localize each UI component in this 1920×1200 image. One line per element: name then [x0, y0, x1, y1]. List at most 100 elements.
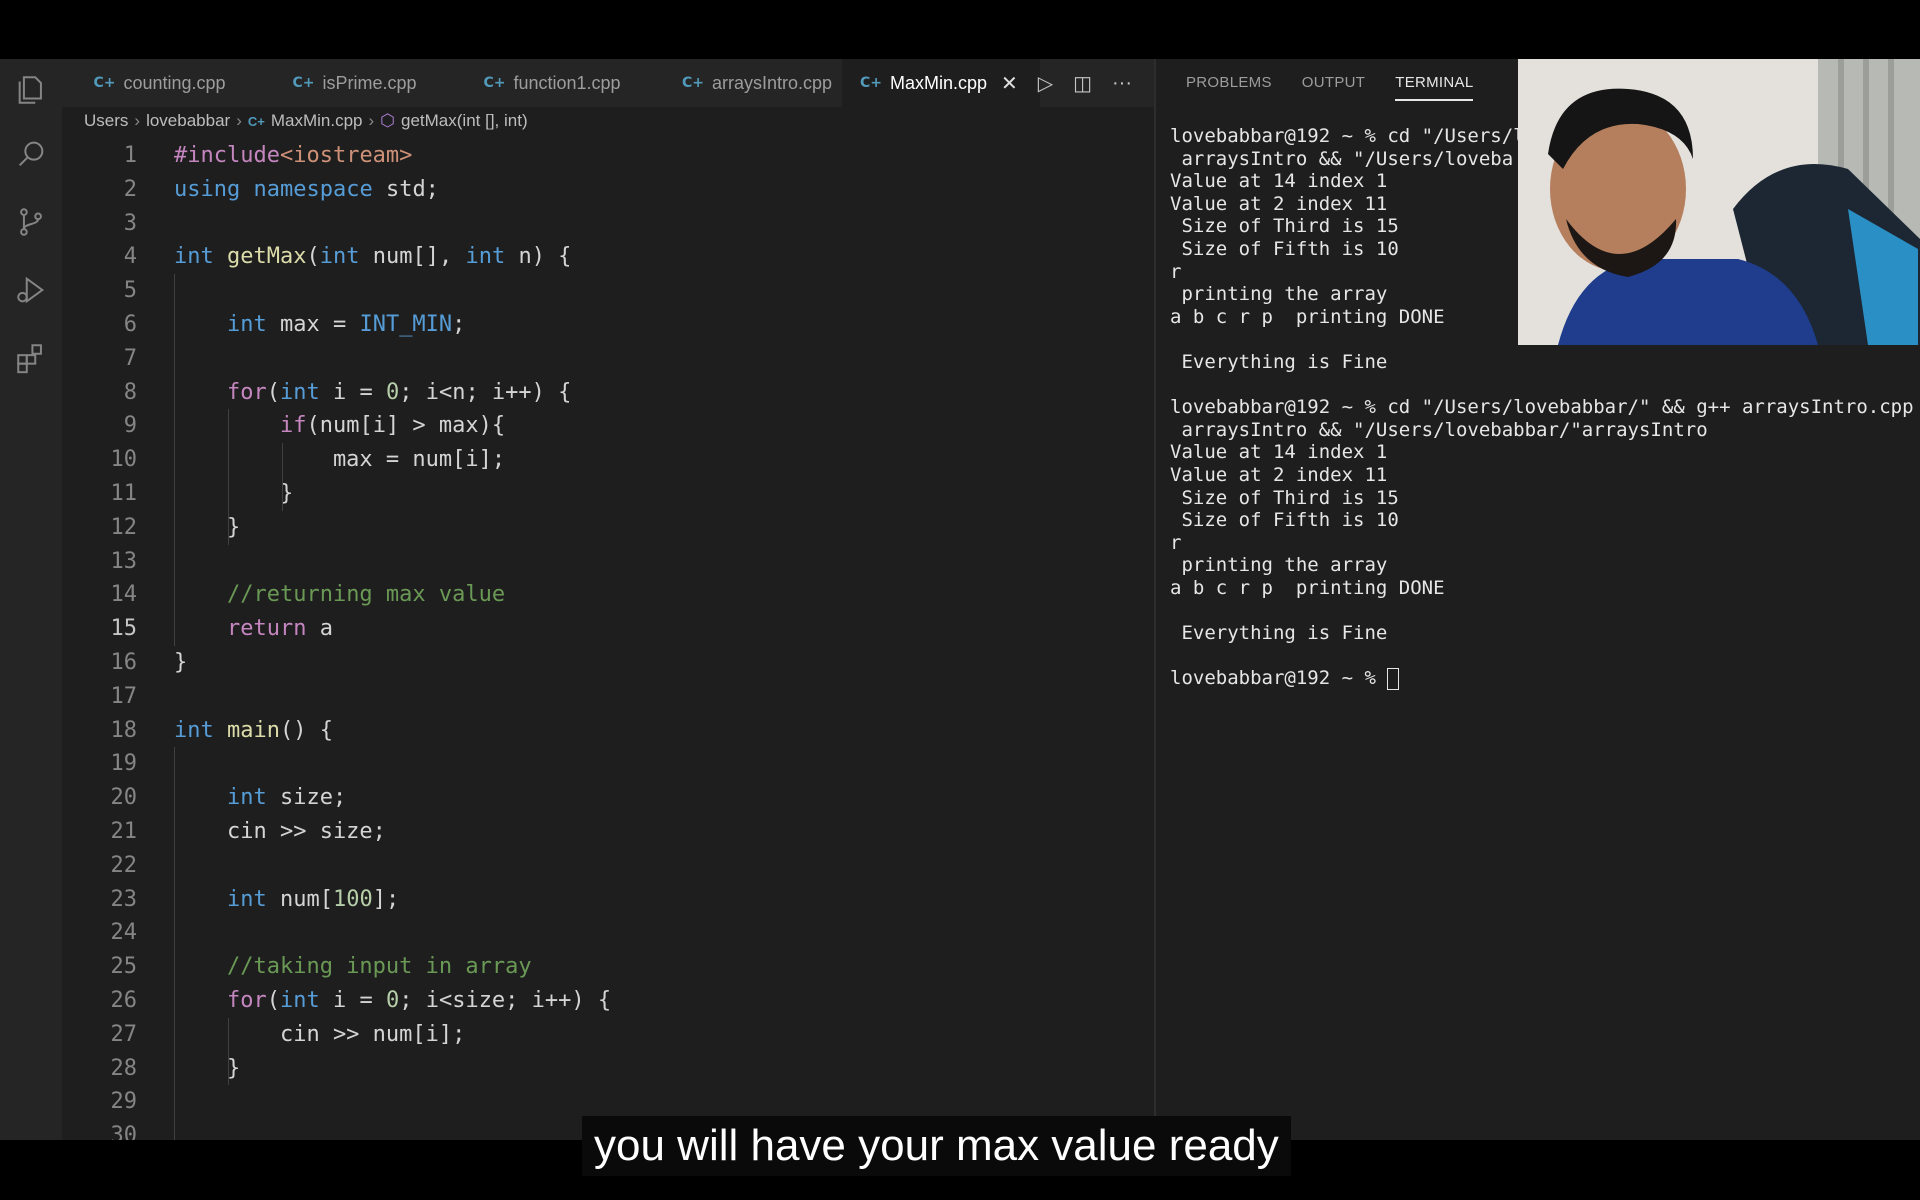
- terminal-line: Size of Fifth is 10: [1170, 509, 1920, 532]
- code-line[interactable]: 7: [62, 342, 1154, 376]
- code-line[interactable]: 20 int size;: [62, 781, 1154, 815]
- code-line[interactable]: 6 int max = INT_MIN;: [62, 308, 1154, 342]
- tab-counting[interactable]: C+ counting.cpp: [62, 59, 257, 107]
- code-line[interactable]: 16}: [62, 646, 1154, 680]
- code-text: int num[100];: [226, 886, 400, 912]
- run-debug-icon[interactable]: [14, 273, 48, 307]
- line-number: 8: [123, 379, 137, 405]
- code-text: //taking input in array: [226, 954, 532, 980]
- indent-guide: [228, 409, 229, 545]
- code-text: using namespace std;: [174, 176, 439, 202]
- code-text: for(int i = 0; i<size; i++) {: [226, 987, 612, 1013]
- breadcrumb-item[interactable]: Users: [84, 111, 128, 131]
- extensions-icon[interactable]: [14, 341, 48, 375]
- terminal-text: Value at 14 index 1: [1170, 441, 1388, 464]
- tab-maxmin[interactable]: C+ MaxMin.cpp ✕: [842, 59, 1040, 107]
- more-icon[interactable]: ···: [1112, 72, 1132, 95]
- code-line[interactable]: 18 int main() {: [62, 714, 1154, 748]
- line-number: 29: [110, 1089, 138, 1115]
- line-number: 12: [110, 514, 138, 540]
- cpp-file-icon: C+: [860, 75, 883, 91]
- code-line[interactable]: 29: [62, 1085, 1154, 1119]
- terminal-text: a b c r p printing DONE: [1170, 305, 1445, 328]
- code-text: cin >> size;: [174, 818, 386, 844]
- code-editor[interactable]: 1 #include<iostream> 2 using namespace std;…: [62, 139, 1154, 1153]
- run-icon[interactable]: ▷: [1038, 71, 1053, 96]
- code-line[interactable]: 22: [62, 849, 1154, 883]
- indent-guide: [174, 274, 175, 646]
- code-line[interactable]: 5: [62, 274, 1154, 308]
- terminal-text: lovebabbar@192 ~ % cd "/Users/l: [1170, 125, 1525, 147]
- line-number: 20: [110, 785, 138, 811]
- line-number: 2: [123, 176, 137, 202]
- code-line[interactable]: 26 for(int i = 0; i<size; i++) {: [62, 984, 1154, 1018]
- code-text: }: [174, 1055, 241, 1081]
- code-line[interactable]: 27 cin >> num[i];: [62, 1018, 1154, 1052]
- terminal-text: Value at 14 index 1: [1170, 170, 1388, 193]
- video-caption: you will have your max value ready: [582, 1116, 1291, 1176]
- line-number: 18: [110, 717, 138, 743]
- terminal-text: Size of Fifth is 10: [1170, 237, 1399, 260]
- files-icon[interactable]: [14, 73, 48, 107]
- line-number: 10: [110, 447, 138, 473]
- terminal-text: printing the array: [1170, 283, 1388, 306]
- indent-guide: [282, 443, 283, 511]
- line-number: 6: [123, 311, 137, 337]
- tab-label: isPrime.cpp: [322, 72, 417, 93]
- tab-arraysintro[interactable]: C+ arraysIntro.cpp: [652, 59, 862, 107]
- tab-problems[interactable]: PROBLEMS: [1186, 59, 1272, 107]
- breadcrumb: Users › lovebabbar › C+ MaxMin.cpp › ⬡ g…: [84, 107, 528, 135]
- breadcrumb-item[interactable]: lovebabbar: [146, 111, 230, 131]
- editor-actions: ▷ ◫ ···: [1038, 59, 1132, 107]
- code-line[interactable]: 13: [62, 545, 1154, 579]
- code-line[interactable]: 14 //returning max value: [62, 578, 1154, 612]
- close-icon[interactable]: ✕: [1001, 71, 1018, 96]
- code-line[interactable]: 8 for(int i = 0; i<n; i++) {: [62, 376, 1154, 410]
- code-line[interactable]: 2 using namespace std;: [62, 173, 1154, 207]
- code-line[interactable]: 15 return a: [62, 612, 1154, 646]
- line-number: 25: [110, 954, 138, 980]
- code-line[interactable]: 24: [62, 916, 1154, 950]
- code-line[interactable]: 28 }: [62, 1052, 1154, 1086]
- code-line[interactable]: 1 #include<iostream>: [62, 139, 1154, 173]
- tab-isprime[interactable]: C+ isPrime.cpp: [257, 59, 452, 107]
- line-number: 13: [110, 548, 138, 574]
- cpp-file-icon: C+: [247, 113, 265, 129]
- cpp-file-icon: C+: [292, 75, 315, 91]
- code-line[interactable]: 25 //taking input in array: [62, 950, 1154, 984]
- code-text: if(num[i] > max){: [279, 413, 506, 439]
- terminal-line: lovebabbar@192 ~ %: [1170, 667, 1920, 690]
- code-line[interactable]: 12 }: [62, 511, 1154, 545]
- split-editor-icon[interactable]: ◫: [1073, 71, 1092, 96]
- tab-function1[interactable]: C+ function1.cpp: [452, 59, 652, 107]
- line-number: 4: [123, 244, 137, 270]
- terminal-text: Everything is Fine: [1170, 622, 1388, 645]
- code-line[interactable]: 9 if(num[i] > max){: [62, 409, 1154, 443]
- breadcrumb-item[interactable]: MaxMin.cpp: [271, 111, 363, 131]
- code-line[interactable]: 19: [62, 747, 1154, 781]
- source-control-icon[interactable]: [14, 205, 48, 239]
- editor-tab-bar: C+ counting.cpp C+ isPrime.cpp C+ function1…: [62, 59, 1154, 107]
- code-line[interactable]: 11 }: [62, 477, 1154, 511]
- tab-terminal[interactable]: TERMINAL: [1395, 59, 1474, 107]
- activity-bar: [0, 59, 62, 1140]
- terminal-line: arraysIntro && "/Users/lovebabbar/"array…: [1170, 419, 1920, 442]
- tab-output[interactable]: OUTPUT: [1302, 59, 1365, 107]
- code-line[interactable]: 4 int getMax(int num[], int n) {: [62, 240, 1154, 274]
- cpp-file-icon: C+: [93, 75, 116, 91]
- line-number: 19: [110, 751, 138, 777]
- code-line[interactable]: 21 cin >> size;: [62, 815, 1154, 849]
- code-line[interactable]: 17: [62, 680, 1154, 714]
- terminal-text: Size of Third is 15: [1170, 486, 1399, 509]
- code-line[interactable]: 3: [62, 207, 1154, 241]
- terminal-text: arraysIntro && "/Users/lovebabbar/"array…: [1170, 418, 1708, 441]
- code-line[interactable]: 23 int num[100];: [62, 883, 1154, 917]
- breadcrumb-item[interactable]: getMax(int [], int): [401, 111, 528, 131]
- chevron-right-icon: ›: [236, 111, 242, 130]
- search-icon[interactable]: [14, 137, 48, 171]
- code-line[interactable]: 10 max = num[i];: [62, 443, 1154, 477]
- cpp-file-icon: C+: [681, 75, 704, 91]
- line-number: 1: [123, 143, 137, 168]
